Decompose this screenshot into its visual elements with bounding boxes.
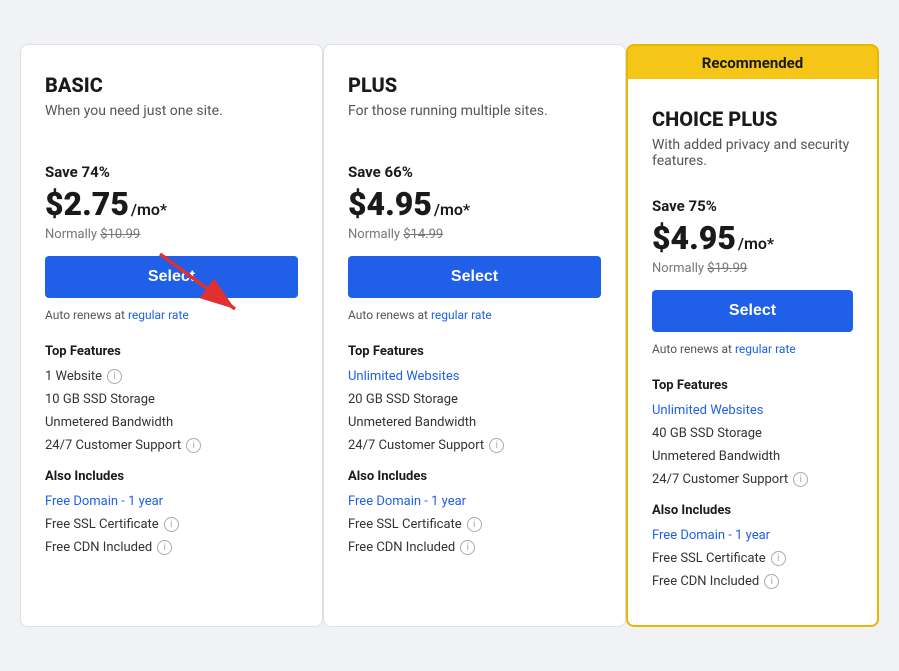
also-section-choice-plus: Also Includes Free Domain - 1 year Free … <box>652 503 853 589</box>
price-row-choice-plus: $4.95 /mo* <box>652 219 853 257</box>
plan-name-basic: BASIC <box>45 73 298 97</box>
info-icon: i <box>460 540 475 555</box>
select-button-plus[interactable]: Select <box>348 256 601 298</box>
plan-name-plus: PLUS <box>348 73 601 97</box>
info-icon: i <box>157 540 172 555</box>
features-section-basic: Top Features 1 Website i 10 GB SSD Stora… <box>45 344 298 453</box>
save-label-plus: Save 66% <box>348 163 601 181</box>
plan-card-plus: PLUS For those running multiple sites. S… <box>323 44 626 627</box>
price-choice-plus: $4.95 <box>652 219 736 257</box>
regular-rate-link-plus[interactable]: regular rate <box>431 308 492 322</box>
regular-rate-link-choice-plus[interactable]: regular rate <box>735 342 796 356</box>
also-section-plus: Also Includes Free Domain - 1 year Free … <box>348 469 601 555</box>
price-normal-plus: Normally $14.99 <box>348 227 601 242</box>
info-icon: i <box>467 517 482 532</box>
feature-basic-0: 1 Website i <box>45 369 298 384</box>
unlimited-websites-link-cp[interactable]: Unlimited Websites <box>652 403 763 418</box>
save-label-choice-plus: Save 75% <box>652 197 853 215</box>
auto-renew-basic: Auto renews at regular rate <box>45 308 298 322</box>
plan-desc-plus: For those running multiple sites. <box>348 103 601 143</box>
info-icon: i <box>164 517 179 532</box>
pricing-container: BASIC When you need just one site. Save … <box>20 44 879 627</box>
info-icon: i <box>793 472 808 487</box>
price-basic: $2.75 <box>45 185 129 223</box>
also-basic-0: Free Domain - 1 year <box>45 494 298 509</box>
feature-plus-3: 24/7 Customer Support i <box>348 438 601 453</box>
also-cp-2: Free CDN Included i <box>652 574 853 589</box>
price-suffix-plus: /mo* <box>434 200 470 219</box>
feature-cp-3: 24/7 Customer Support i <box>652 472 853 487</box>
feature-basic-2: Unmetered Bandwidth <box>45 415 298 430</box>
also-plus-2: Free CDN Included i <box>348 540 601 555</box>
also-cp-1: Free SSL Certificate i <box>652 551 853 566</box>
price-plus: $4.95 <box>348 185 432 223</box>
feature-cp-0: Unlimited Websites <box>652 403 853 418</box>
also-section-basic: Also Includes Free Domain - 1 year Free … <box>45 469 298 555</box>
top-features-title-basic: Top Features <box>45 344 298 359</box>
also-basic-2: Free CDN Included i <box>45 540 298 555</box>
price-row-plus: $4.95 /mo* <box>348 185 601 223</box>
feature-plus-0: Unlimited Websites <box>348 369 601 384</box>
plan-card-basic: BASIC When you need just one site. Save … <box>20 44 323 627</box>
plan-desc-choice-plus: With added privacy and security features… <box>652 137 853 177</box>
also-cp-0: Free Domain - 1 year <box>652 528 853 543</box>
feature-basic-3: 24/7 Customer Support i <box>45 438 298 453</box>
recommended-wrapper: Recommended CHOICE PLUS With added priva… <box>626 44 879 627</box>
info-icon: i <box>107 369 122 384</box>
features-section-choice-plus: Top Features Unlimited Websites 40 GB SS… <box>652 378 853 487</box>
price-suffix-choice-plus: /mo* <box>738 234 774 253</box>
feature-plus-1: 20 GB SSD Storage <box>348 392 601 407</box>
also-includes-title-plus: Also Includes <box>348 469 601 484</box>
info-icon: i <box>764 574 779 589</box>
info-icon: i <box>186 438 201 453</box>
also-plus-0: Free Domain - 1 year <box>348 494 601 509</box>
select-button-choice-plus[interactable]: Select <box>652 290 853 332</box>
unlimited-websites-link-plus[interactable]: Unlimited Websites <box>348 369 459 384</box>
price-row-basic: $2.75 /mo* <box>45 185 298 223</box>
also-basic-1: Free SSL Certificate i <box>45 517 298 532</box>
info-icon: i <box>489 438 504 453</box>
auto-renew-plus: Auto renews at regular rate <box>348 308 601 322</box>
top-features-title-choice-plus: Top Features <box>652 378 853 393</box>
recommended-badge: Recommended <box>626 44 879 80</box>
auto-renew-choice-plus: Auto renews at regular rate <box>652 342 853 356</box>
info-icon: i <box>771 551 786 566</box>
free-domain-link-plus[interactable]: Free Domain - 1 year <box>348 494 466 509</box>
free-domain-link-cp[interactable]: Free Domain - 1 year <box>652 528 770 543</box>
feature-cp-1: 40 GB SSD Storage <box>652 426 853 441</box>
features-section-plus: Top Features Unlimited Websites 20 GB SS… <box>348 344 601 453</box>
plan-desc-basic: When you need just one site. <box>45 103 298 143</box>
feature-basic-1: 10 GB SSD Storage <box>45 392 298 407</box>
also-plus-1: Free SSL Certificate i <box>348 517 601 532</box>
save-label-basic: Save 74% <box>45 163 298 181</box>
plan-name-choice-plus: CHOICE PLUS <box>652 107 853 131</box>
free-domain-link-basic[interactable]: Free Domain - 1 year <box>45 494 163 509</box>
plan-card-choice-plus: CHOICE PLUS With added privacy and secur… <box>626 79 879 627</box>
regular-rate-link-basic[interactable]: regular rate <box>128 308 189 322</box>
feature-cp-2: Unmetered Bandwidth <box>652 449 853 464</box>
price-normal-basic: Normally $10.99 <box>45 227 298 242</box>
top-features-title-plus: Top Features <box>348 344 601 359</box>
also-includes-title-cp: Also Includes <box>652 503 853 518</box>
feature-plus-2: Unmetered Bandwidth <box>348 415 601 430</box>
also-includes-title-basic: Also Includes <box>45 469 298 484</box>
price-normal-choice-plus: Normally $19.99 <box>652 261 853 276</box>
select-button-basic[interactable]: Select <box>45 256 298 298</box>
price-suffix-basic: /mo* <box>131 200 167 219</box>
